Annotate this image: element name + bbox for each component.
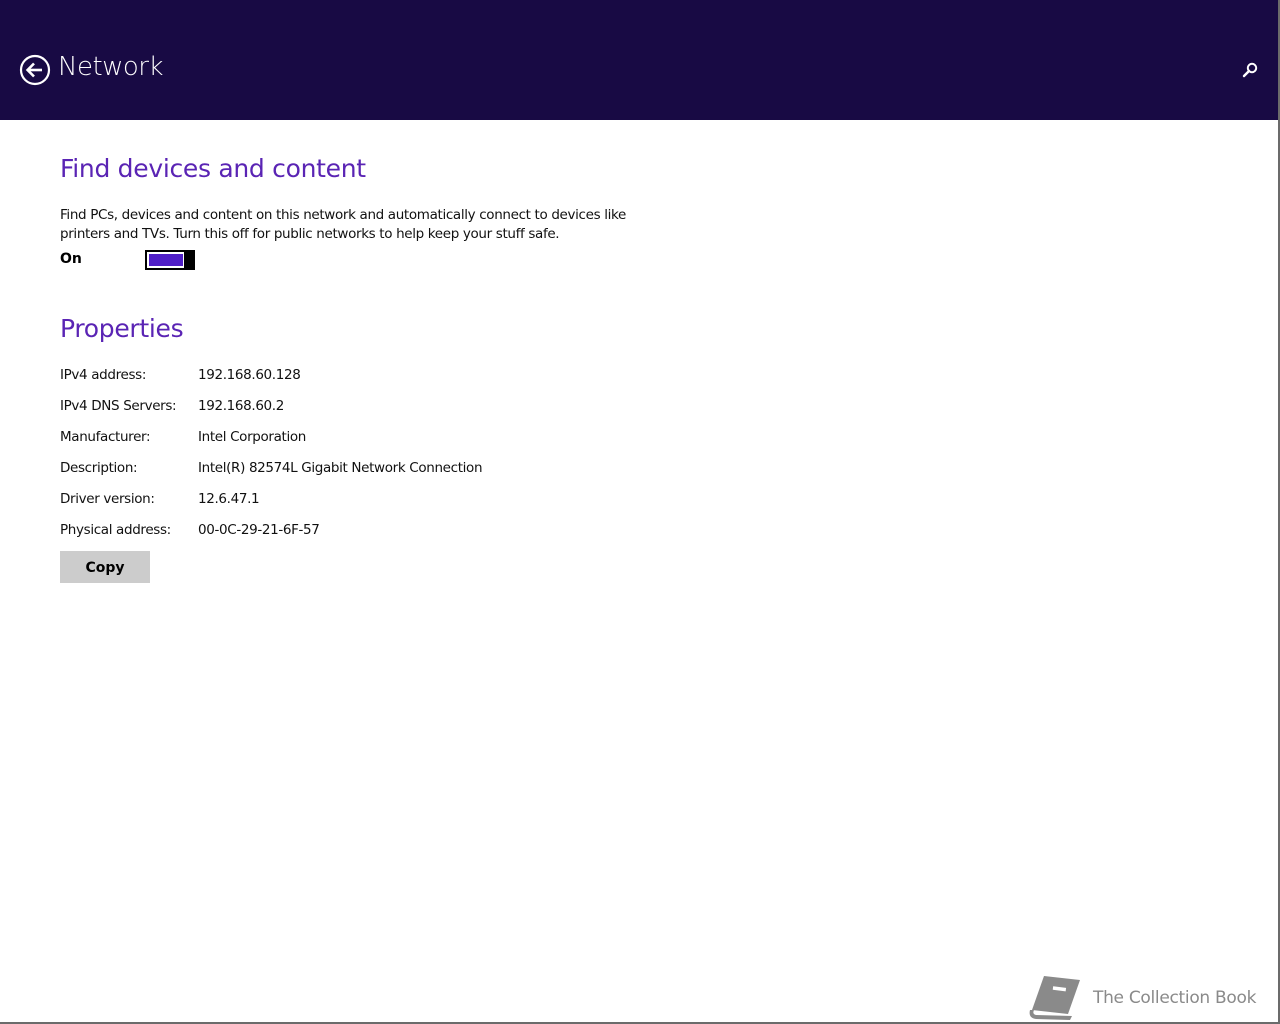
property-value: Intel Corporation [198, 429, 306, 445]
property-label: IPv4 address: [60, 367, 147, 383]
search-icon [1242, 62, 1258, 78]
back-arrow-circle-icon [19, 54, 51, 86]
property-value: 00-0C-29-21-6F-57 [198, 522, 320, 538]
property-label: Description: [60, 460, 138, 476]
toggle-fill [149, 254, 183, 266]
property-label: Physical address: [60, 522, 171, 538]
find-devices-heading: Find devices and content [60, 154, 366, 183]
property-value: Intel(R) 82574L Gigabit Network Connecti… [198, 460, 483, 476]
back-button[interactable] [19, 54, 51, 86]
property-label: Manufacturer: [60, 429, 151, 445]
watermark: The Collection Book [1026, 974, 1266, 1020]
network-settings-page: Network Find devices and content Find PC… [0, 0, 1280, 1024]
property-label: Driver version: [60, 491, 155, 507]
find-devices-description: Find PCs, devices and content on this ne… [60, 207, 626, 242]
property-value: 12.6.47.1 [198, 491, 260, 507]
page-title: Network [58, 52, 164, 82]
property-value: 192.168.60.128 [198, 367, 301, 383]
find-devices-toggle[interactable] [145, 250, 195, 270]
toggle-state-label: On [60, 251, 82, 267]
properties-heading: Properties [60, 314, 184, 343]
toggle-thumb[interactable] [184, 250, 195, 270]
property-label: IPv4 DNS Servers: [60, 398, 177, 414]
search-button[interactable] [1240, 60, 1260, 80]
header-bar: Network [0, 0, 1278, 120]
copy-button[interactable]: Copy [60, 551, 150, 583]
watermark-text: The Collection Book [1093, 988, 1257, 1008]
property-value: 192.168.60.2 [198, 398, 284, 414]
book-icon [1026, 974, 1082, 1020]
